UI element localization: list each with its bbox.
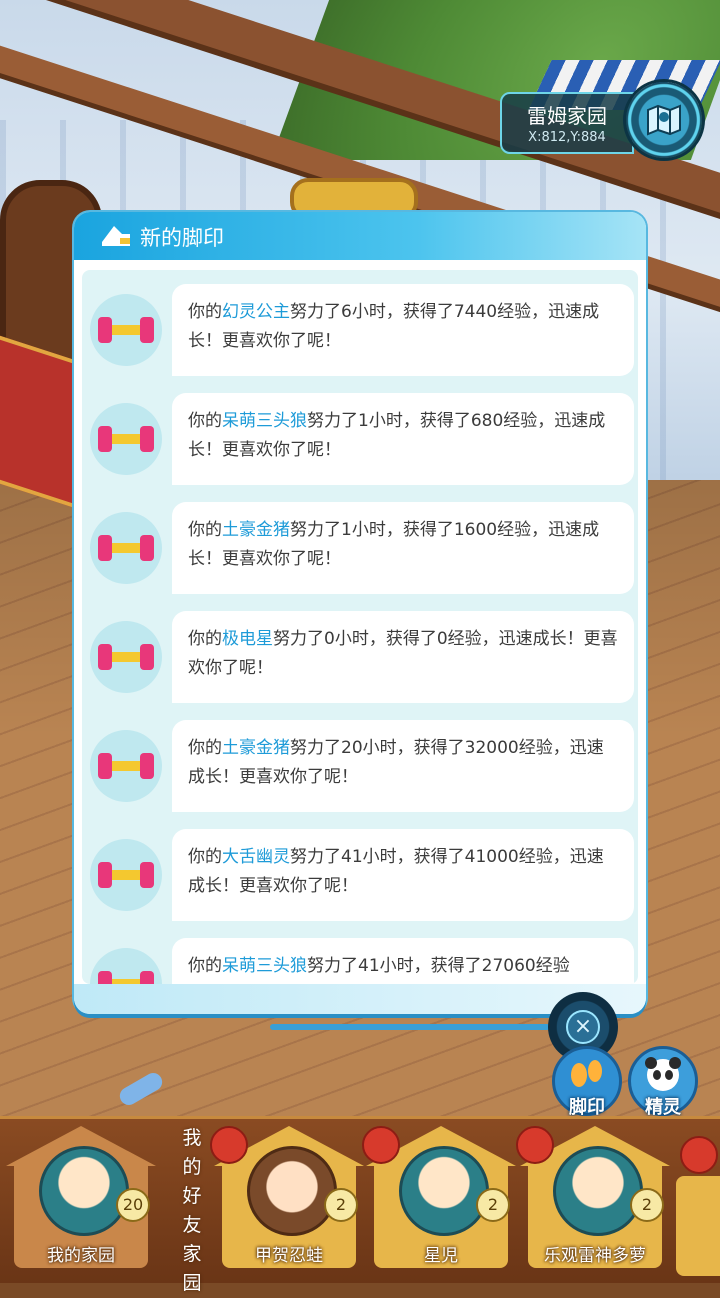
friend-level-badge: 2 xyxy=(630,1188,664,1222)
entry-text: 你的土豪金猪努力了20小时，获得了32000经验，迅速成长！更喜欢你了呢！ xyxy=(188,738,604,787)
dumbbell-icon xyxy=(90,839,162,911)
friend-home-button[interactable]: 2 乐观雷神多萝 xyxy=(516,1126,670,1276)
friend-name: 星児 xyxy=(424,1246,458,1266)
footprint-entry: 你的极电星努力了0小时，获得了0经验，迅速成长！更喜欢你了呢！ xyxy=(82,611,638,703)
footprint-entry: 你的呆萌三头狼努力了41小时，获得了27060经验 xyxy=(82,938,638,984)
boxing-glove-icon xyxy=(210,1126,248,1164)
close-icon: × xyxy=(566,1010,600,1044)
dumbbell-icon xyxy=(90,621,162,693)
my-level-badge: 20 xyxy=(116,1188,150,1222)
entry-text: 你的呆萌三头狼努力了41小时，获得了27060经验 xyxy=(188,956,570,976)
footprint-panel: 新的脚印 你的幻灵公主努力了6小时，获得了7440经验，迅速成长！更喜欢你了呢！… xyxy=(74,212,646,1014)
pet-name: 呆萌三头狼 xyxy=(222,411,307,431)
entry-text: 你的土豪金猪努力了1小时，获得了1600经验，迅速成长！更喜欢你了呢！ xyxy=(188,520,600,569)
friend-home-button[interactable]: 2 星児 xyxy=(362,1126,516,1276)
friend-home-partial[interactable] xyxy=(676,1136,720,1276)
boxing-glove-icon xyxy=(362,1126,400,1164)
footprint-entry: 你的土豪金猪努力了20小时，获得了32000经验，迅速成长！更喜欢你了呢！ xyxy=(82,720,638,812)
footprint-entry: 你的呆萌三头狼努力了1小时，获得了680经验，迅速成长！更喜欢你了呢！ xyxy=(82,393,638,485)
friend-avatar xyxy=(553,1146,643,1236)
entry-text: 你的大舌幽灵努力了41小时，获得了41000经验，迅速成长！更喜欢你了呢！ xyxy=(188,847,604,896)
friend-avatar xyxy=(247,1146,337,1236)
panel-slider-track xyxy=(270,1024,550,1030)
entry-text: 你的极电星努力了0小时，获得了0经验，迅速成长！更喜欢你了呢！ xyxy=(188,629,618,678)
footprint-entry: 你的大舌幽灵努力了41小时，获得了41000经验，迅速成长！更喜欢你了呢！ xyxy=(82,829,638,921)
friend-home-button[interactable]: 2 甲贺忍蛙 xyxy=(210,1126,364,1276)
pet-name: 土豪金猪 xyxy=(222,738,290,758)
location-coords: X:812,Y:884 xyxy=(528,130,606,145)
pet-name: 土豪金猪 xyxy=(222,520,290,540)
dumbbell-icon xyxy=(90,403,162,475)
dumbbell-icon xyxy=(90,730,162,802)
location-badge: 雷姆家园 X:812,Y:884 xyxy=(500,92,634,154)
boxing-glove-icon xyxy=(516,1126,554,1164)
dumbbell-icon xyxy=(90,948,162,984)
panel-title: 新的脚印 xyxy=(140,226,224,250)
entry-text: 你的幻灵公主努力了6小时，获得了7440经验，迅速成长！更喜欢你了呢！ xyxy=(188,302,600,351)
footprint-list[interactable]: 你的幻灵公主努力了6小时，获得了7440经验，迅速成长！更喜欢你了呢！ 你的呆萌… xyxy=(82,270,638,984)
friend-name: 乐观雷神多萝 xyxy=(544,1246,646,1266)
dumbbell-icon xyxy=(90,294,162,366)
my-avatar xyxy=(39,1146,129,1236)
friend-name: 甲贺忍蛙 xyxy=(255,1246,323,1266)
location-name: 雷姆家园 xyxy=(527,104,607,128)
footprint-entry: 你的土豪金猪努力了1小时，获得了1600经验，迅速成长！更喜欢你了呢！ xyxy=(82,502,638,594)
pet-name: 极电星 xyxy=(222,629,273,649)
pet-name: 大舌幽灵 xyxy=(222,847,290,867)
boxing-glove-icon xyxy=(680,1136,718,1174)
friend-level-badge: 2 xyxy=(324,1188,358,1222)
friend-avatar xyxy=(399,1146,489,1236)
friends-home-label: 我的好友家园 xyxy=(182,1127,202,1294)
my-home-button[interactable]: 20 我的家园 xyxy=(6,1126,156,1276)
panel-header: 新的脚印 xyxy=(74,212,646,260)
footprint-entry: 你的幻灵公主努力了6小时，获得了7440经验，迅速成长！更喜欢你了呢！ xyxy=(82,284,638,376)
pet-name: 呆萌三头狼 xyxy=(222,956,307,976)
house-body xyxy=(676,1176,720,1276)
spirit-button[interactable]: 精灵 xyxy=(628,1046,698,1118)
pet-name: 幻灵公主 xyxy=(222,302,290,322)
footprint-header-icon xyxy=(102,226,130,246)
map-icon xyxy=(647,104,681,136)
dumbbell-icon xyxy=(90,512,162,584)
friend-level-badge: 2 xyxy=(476,1188,510,1222)
map-button[interactable] xyxy=(626,82,702,158)
footprint-button[interactable]: 脚印 xyxy=(552,1046,622,1118)
my-home-label: 我的家园 xyxy=(47,1246,115,1266)
entry-text: 你的呆萌三头狼努力了1小时，获得了680经验，迅速成长！更喜欢你了呢！ xyxy=(188,411,606,460)
